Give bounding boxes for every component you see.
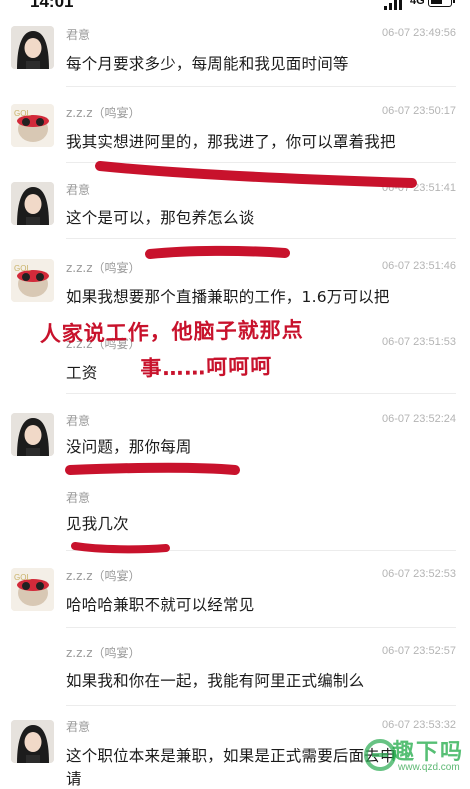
- message-text-continued: 请: [66, 770, 82, 788]
- avatar-junyi[interactable]: [11, 413, 54, 456]
- timestamp: 06-07 23:52:24: [381, 413, 456, 425]
- sender-name: 君意: [66, 183, 91, 197]
- timestamp: 06-07 23:52:53: [381, 568, 456, 580]
- annotation-line-1: 人家说工作，他脑子就那点: [39, 317, 304, 347]
- divider: [66, 550, 456, 551]
- message-text: 哈哈哈兼职不就可以经常见: [66, 596, 255, 614]
- message-text: 如果我想要那个直播兼职的工作，1.6万可以把: [66, 288, 390, 306]
- message-item[interactable]: GOL z.z.z（鸣宴） 06-07 23:51:46 如果我想要那个直播兼职…: [0, 253, 470, 313]
- status-bar: 14:01 4G: [0, 0, 470, 14]
- avatar-zzz[interactable]: GOL: [11, 104, 54, 147]
- message-item[interactable]: GOL z.z.z（鸣宴） 06-07 23:50:17 我其实想进阿里的，那我…: [0, 98, 470, 160]
- divider: [66, 238, 456, 239]
- sender-name: z.z.z（鸣宴）: [66, 569, 141, 583]
- sender-name: z.z.z（鸣宴）: [66, 261, 141, 275]
- divider: [66, 627, 456, 628]
- timestamp: 06-07 23:50:17: [381, 105, 456, 117]
- sender-name: 君意: [66, 28, 91, 42]
- message-text: 如果我和你在一起，我能有阿里正式编制么: [66, 672, 365, 690]
- network-type: 4G: [410, 0, 425, 7]
- timestamp: 06-07 23:51:41: [381, 182, 456, 194]
- message-item[interactable]: 君意 06-07 23:51:41 这个是可以，那包养怎么谈: [0, 176, 470, 236]
- watermark-url: www.qzd.com: [398, 762, 460, 773]
- timestamp: 06-07 23:53:32: [381, 719, 456, 731]
- annotation-line-2: 事……呵呵呵: [140, 354, 273, 381]
- message-text: 这个是可以，那包养怎么谈: [66, 209, 255, 227]
- sender-name: z.z.z（鸣宴）: [66, 106, 141, 120]
- sender-name: 君意: [66, 414, 91, 428]
- signal-icon: [384, 0, 402, 10]
- divider: [66, 86, 456, 87]
- red-annotation: 人家说工作，他脑子就那点 事……呵呵呵: [39, 312, 304, 389]
- avatar-junyi[interactable]: [11, 720, 54, 763]
- message-item[interactable]: 君意 06-07 23:49:56 每个月要求多少，每周能和我见面时间等: [0, 22, 470, 82]
- timestamp: 06-07 23:52:57: [381, 645, 456, 657]
- divider: [66, 162, 456, 163]
- message-text: 没问题，那你每周: [66, 438, 192, 456]
- divider: [66, 393, 456, 394]
- battery-icon: [428, 0, 455, 7]
- avatar-junyi[interactable]: [11, 26, 54, 69]
- sender-name: 君意: [66, 491, 91, 505]
- message-item[interactable]: 君意 见我几次: [0, 486, 470, 536]
- timestamp: 06-07 23:49:56: [381, 27, 456, 39]
- message-text: 我其实想进阿里的，那我进了，你可以罩着我把: [66, 133, 396, 151]
- timestamp: 06-07 23:51:53: [381, 336, 456, 348]
- avatar-zzz[interactable]: GOL: [11, 568, 54, 611]
- message-item[interactable]: z.z.z（鸣宴） 06-07 23:52:57 如果我和你在一起，我能有阿里正…: [0, 640, 470, 696]
- timestamp: 06-07 23:51:46: [381, 260, 456, 272]
- message-text: 每个月要求多少，每周能和我见面时间等: [66, 55, 349, 73]
- status-time: 14:01: [30, 0, 74, 11]
- sender-name: 君意: [66, 720, 91, 734]
- svg-text:GOL: GOL: [14, 109, 31, 118]
- message-text: 这个职位本来是兼职，如果是正式需要后面去申: [66, 747, 396, 765]
- message-text: 见我几次: [66, 515, 129, 533]
- divider: [66, 705, 456, 706]
- svg-text:GOL: GOL: [14, 264, 31, 273]
- avatar-junyi[interactable]: [11, 182, 54, 225]
- sender-name: z.z.z（鸣宴）: [66, 646, 141, 660]
- message-item[interactable]: 君意 06-07 23:52:24 没问题，那你每周: [0, 408, 470, 468]
- svg-text:GOL: GOL: [14, 573, 31, 582]
- avatar-zzz[interactable]: GOL: [11, 259, 54, 302]
- message-item[interactable]: GOL z.z.z（鸣宴） 06-07 23:52:53 哈哈哈兼职不就可以经常…: [0, 563, 470, 623]
